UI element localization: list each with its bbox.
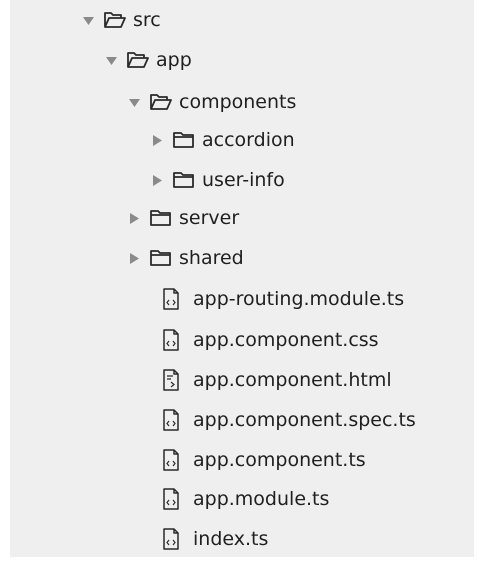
tree-label: app.module.ts: [193, 488, 330, 510]
tree-label: index.ts: [193, 528, 269, 550]
tree-folder-app[interactable]: app: [105, 42, 192, 78]
tree-file-app-component-html[interactable]: app.component.html: [162, 362, 392, 398]
collapsed-arrow-icon[interactable]: [128, 212, 141, 225]
expanded-arrow-icon[interactable]: [82, 14, 95, 27]
tree-file-app-routing-module[interactable]: app-routing.module.ts: [162, 281, 404, 317]
folder-icon: [172, 170, 196, 190]
tree-folder-shared[interactable]: shared: [128, 240, 244, 276]
tree-label: app.component.ts: [193, 449, 366, 471]
tree-file-index[interactable]: index.ts: [162, 521, 268, 557]
tree-file-app-component-ts[interactable]: app.component.ts: [162, 442, 366, 478]
code-file-icon: [162, 528, 180, 550]
folder-open-icon: [126, 50, 150, 70]
collapsed-arrow-icon[interactable]: [151, 174, 164, 187]
folder-icon: [149, 208, 173, 228]
tree-label: shared: [179, 247, 244, 269]
folder-open-icon: [103, 10, 127, 30]
code-file-icon: [162, 288, 180, 310]
tree-folder-user-info[interactable]: user-info: [151, 162, 285, 198]
tree-label: app.component.html: [193, 369, 392, 391]
tree-label: app.component.spec.ts: [193, 409, 416, 431]
code-file-icon: [162, 488, 180, 510]
tree-file-app-module[interactable]: app.module.ts: [162, 481, 329, 517]
code-file-icon: [162, 329, 180, 351]
expanded-arrow-icon[interactable]: [128, 96, 141, 109]
tree-label: app: [156, 49, 192, 71]
tree-label: app.component.css: [193, 329, 379, 351]
tree-label: app-routing.module.ts: [193, 288, 405, 310]
folder-icon: [149, 248, 173, 268]
tree-file-app-component-css[interactable]: app.component.css: [162, 322, 379, 358]
tree-label: accordion: [202, 129, 295, 151]
tree-folder-components[interactable]: components: [128, 84, 296, 120]
code-file-icon: [162, 449, 180, 471]
tree-label: components: [179, 91, 297, 113]
file-tree-panel: src app components accordion user-info s…: [10, 0, 474, 557]
tree-folder-accordion[interactable]: accordion: [151, 122, 295, 158]
folder-open-icon: [149, 92, 173, 112]
tree-folder-server[interactable]: server: [128, 200, 239, 236]
folder-icon: [172, 130, 196, 150]
code-file-icon: [162, 409, 180, 431]
markup-file-icon: [162, 369, 180, 391]
tree-label: user-info: [202, 169, 285, 191]
tree-label: server: [179, 207, 240, 229]
tree-label: src: [133, 9, 161, 31]
tree-file-app-component-spec[interactable]: app.component.spec.ts: [162, 402, 416, 438]
expanded-arrow-icon[interactable]: [105, 54, 118, 67]
collapsed-arrow-icon[interactable]: [151, 134, 164, 147]
collapsed-arrow-icon[interactable]: [128, 252, 141, 265]
tree-folder-src[interactable]: src: [82, 2, 161, 38]
